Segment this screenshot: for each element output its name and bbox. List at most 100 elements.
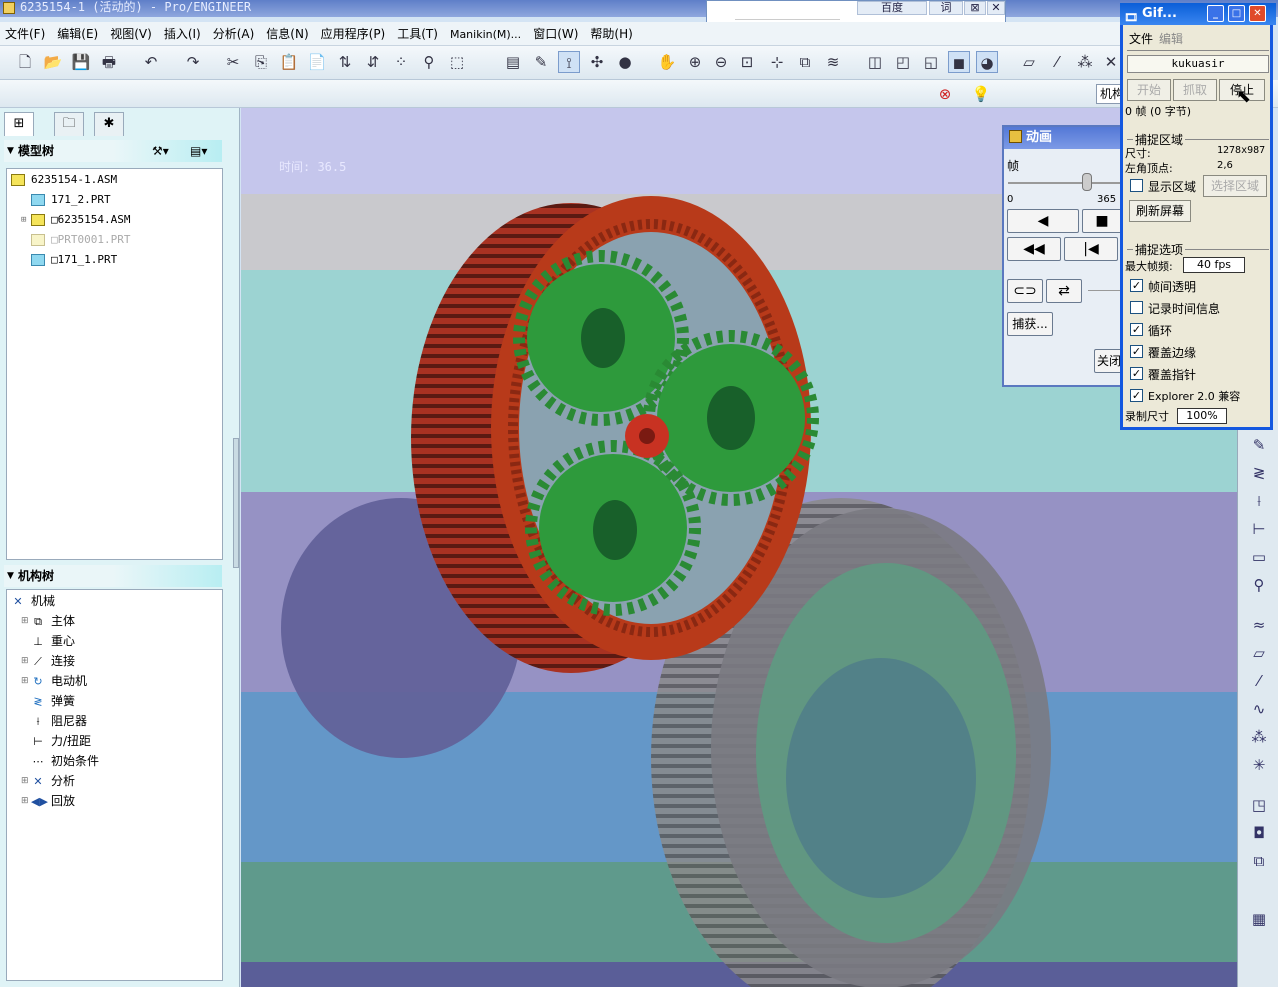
refresh-screen-button[interactable]: 刷新屏幕 (1129, 200, 1191, 222)
stop-regen-icon[interactable]: ⊗ (934, 83, 956, 105)
expand-icon[interactable]: ⊞ (21, 612, 29, 630)
tree-item-suppressed-part[interactable]: □PRT0001.PRT (31, 231, 130, 249)
mech-item-dampers[interactable]: ⟊ 阻尼器 (31, 712, 87, 730)
datum-plane-icon[interactable]: ▱ (1018, 51, 1040, 73)
zoom-out-icon[interactable]: ⊖ (710, 51, 732, 73)
gif-menu-edit[interactable]: 编辑 (1159, 30, 1183, 47)
mech-item-machine[interactable]: ✕ 机械 (11, 592, 55, 610)
joint-icon[interactable]: ✣ (586, 51, 608, 73)
tab-model-tree[interactable]: ⊞ (4, 112, 34, 136)
menu-view[interactable]: 视图(V) (105, 22, 159, 42)
find-icon[interactable]: ⚲ (418, 51, 440, 73)
mech-item-analyses[interactable]: ⊞ ✕ 分析 (21, 772, 75, 790)
mech-item-gravity[interactable]: ⊥ 重心 (31, 632, 75, 650)
loop-checkbox[interactable]: ✓ (1130, 323, 1143, 336)
print-icon[interactable]: 🖶 (98, 51, 120, 73)
damper-tool-icon[interactable]: ⟊ (1248, 490, 1270, 512)
mechanism-icon[interactable]: ⟟ (558, 51, 580, 73)
rewind-button[interactable]: ◀◀ (1007, 237, 1061, 261)
mech-item-forces[interactable]: ⊢ 力/扭距 (31, 732, 91, 750)
menu-edit[interactable]: 编辑(E) (52, 22, 105, 42)
undo-icon[interactable]: ↶ (140, 51, 162, 73)
expand-icon[interactable]: ⊞ (21, 672, 29, 690)
pattern-icon[interactable]: ⁘ (390, 51, 412, 73)
paste-special-icon[interactable]: 📄 (306, 51, 328, 73)
frame-slider-track[interactable] (1008, 182, 1122, 184)
model-tree-header[interactable]: ▼ 模型树 ⚒▾ ▤▾ (4, 140, 222, 162)
reverse-mode-button[interactable]: ⇄ (1046, 279, 1082, 303)
baidu-button[interactable]: 百度 (857, 1, 927, 15)
transparent-checkbox[interactable]: ✓ (1130, 279, 1143, 292)
csys-tool-icon[interactable]: ✳ (1248, 754, 1270, 776)
regen-manager-icon[interactable]: ⇵ (362, 51, 384, 73)
select-box-icon[interactable]: ⬚ (446, 51, 468, 73)
pan-hand-icon[interactable]: ✋ (656, 51, 678, 73)
panel-splitter[interactable] (233, 438, 239, 568)
menu-manikin[interactable]: Manikin(M)... (445, 23, 528, 43)
sketch-icon[interactable]: ✎ (530, 51, 552, 73)
tab-folder-browser[interactable]: 🗀 (54, 112, 84, 136)
tab-favorites[interactable]: ✱ (94, 112, 124, 136)
spline-tool-icon[interactable]: ∿ (1248, 698, 1270, 720)
mech-item-bodies[interactable]: ⊞ ⧉ 主体 (21, 612, 75, 630)
view-tool-icon[interactable]: ◳ (1248, 794, 1270, 816)
collapse-arrow-icon[interactable]: ▼ (7, 565, 14, 587)
collapse-arrow-icon[interactable]: ▼ (7, 140, 14, 162)
surface-tool-icon[interactable]: ▭ (1248, 546, 1270, 568)
grid-tool-icon[interactable]: ▦ (1248, 908, 1270, 930)
curve-tool-icon[interactable]: ≈ (1248, 614, 1270, 636)
assembly-tool-icon[interactable]: ⧉ (1248, 850, 1270, 872)
close-icon[interactable]: ✕ (1249, 5, 1266, 22)
mech-item-initial-conditions[interactable]: ⋯ 初始条件 (31, 752, 100, 770)
analysis-tool-icon[interactable]: ⚲ (1248, 574, 1270, 596)
tree-item-root-asm[interactable]: 6235154-1.ASM (11, 171, 117, 189)
mech-item-connections[interactable]: ⊞ ⟋ 连接 (21, 652, 75, 670)
select-area-button[interactable]: 选择区域 (1203, 175, 1267, 197)
saved-views-icon[interactable]: ⧉ (794, 51, 816, 73)
enhanced-realism-icon[interactable]: ◕ (976, 51, 998, 73)
layer-icon[interactable]: ▤ (502, 51, 524, 73)
step-back-button[interactable]: |◀ (1064, 237, 1118, 261)
point-tool-icon[interactable]: ⁂ (1248, 726, 1270, 748)
mech-item-springs[interactable]: ≷ 弹簧 (31, 692, 75, 710)
explorer-checkbox[interactable]: ✓ (1130, 389, 1143, 402)
datum-axis-icon[interactable]: ⁄ (1046, 51, 1068, 73)
capture-button[interactable]: 捕获... (1007, 312, 1053, 336)
show-area-checkbox[interactable] (1130, 179, 1143, 192)
regenerate-icon[interactable]: ⇅ (334, 51, 356, 73)
edges-checkbox[interactable]: ✓ (1130, 345, 1143, 358)
cut-icon[interactable]: ✂ (222, 51, 244, 73)
tree-item-part[interactable]: 171_2.PRT (31, 191, 111, 209)
mech-tree-header[interactable]: ▼ 机构树 (4, 565, 222, 587)
popup-close-icon[interactable]: ✕ (987, 1, 1005, 15)
spring-tool-icon[interactable]: ≷ (1248, 462, 1270, 484)
plane-tool-icon[interactable]: ▱ (1248, 642, 1270, 664)
start-button[interactable]: 开始 (1127, 79, 1171, 101)
menu-file[interactable]: 文件(F) (0, 22, 52, 42)
grab-button[interactable]: 抓取 (1173, 79, 1217, 101)
copy-icon[interactable]: ⎘ (250, 51, 272, 73)
redo-icon[interactable]: ↷ (182, 51, 204, 73)
camera-tool-icon[interactable]: ◘ (1248, 822, 1270, 844)
popup-box-button[interactable]: ⊠ (964, 1, 986, 15)
speed-slider[interactable] (1088, 290, 1122, 291)
sphere-icon[interactable]: ● (614, 51, 636, 73)
hidden-line-icon[interactable]: ◰ (892, 51, 914, 73)
expand-icon[interactable]: ⊞ (21, 772, 29, 790)
reorient-icon[interactable]: ⊹ (766, 51, 788, 73)
menu-help[interactable]: 帮助(H) (585, 22, 639, 42)
refit-icon[interactable]: ⊡ (736, 51, 758, 73)
mech-item-playbacks[interactable]: ⊞ ◀▶ 回放 (21, 792, 75, 810)
new-file-icon[interactable]: 🗋 (14, 51, 36, 73)
mech-item-motors[interactable]: ⊞ ↻ 电动机 (21, 672, 87, 690)
gif-menu-file[interactable]: 文件 (1129, 30, 1153, 47)
open-folder-icon[interactable]: 📂 (42, 51, 64, 73)
menu-tools[interactable]: 工具(T) (392, 22, 445, 42)
expand-icon[interactable]: ⊞ (21, 792, 29, 810)
maximize-icon[interactable]: □ (1228, 5, 1245, 22)
tree-columns-icon[interactable]: ▤▾ (190, 140, 207, 162)
sketch-tool-icon[interactable]: ✎ (1248, 434, 1270, 456)
shading-icon[interactable]: ◼ (948, 51, 970, 73)
menu-info[interactable]: 信息(N) (261, 22, 315, 42)
menu-applications[interactable]: 应用程序(P) (316, 22, 393, 42)
